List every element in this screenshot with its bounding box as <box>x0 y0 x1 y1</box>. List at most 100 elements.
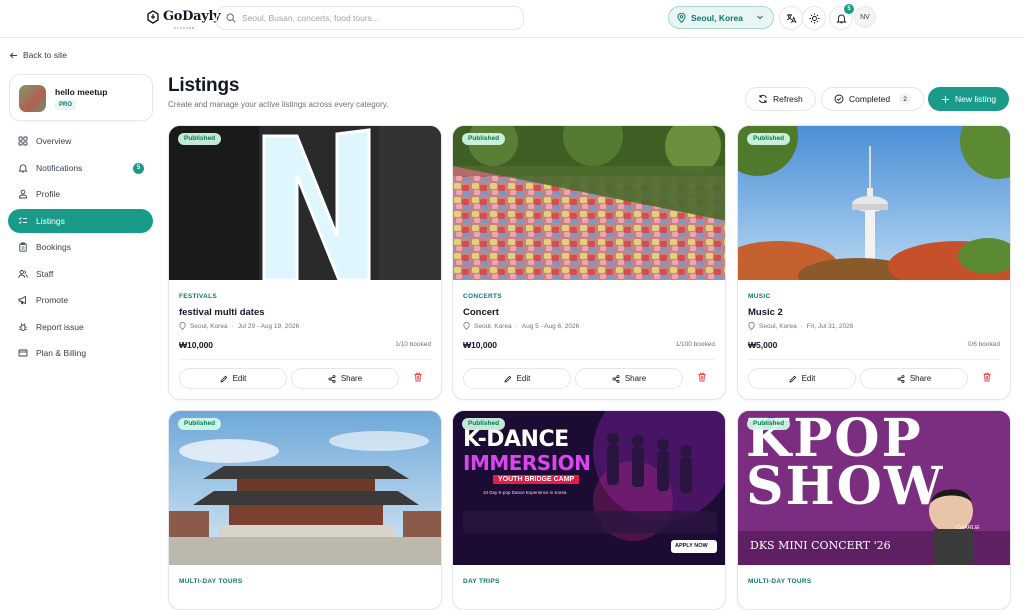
listing-title: Concert <box>463 307 499 318</box>
sidebar-item-staff[interactable]: Staff <box>8 262 153 286</box>
sidebar-item-label: Plan & Billing <box>36 348 87 358</box>
listing-location: Seoul, Korea <box>759 322 797 330</box>
refresh-button[interactable]: Refresh <box>745 87 816 111</box>
arrow-left-icon <box>9 52 17 58</box>
poster-subheading: SHOW <box>746 456 945 517</box>
share-label: Share <box>624 374 647 383</box>
refresh-label: Refresh <box>773 94 803 104</box>
listing-booked: 1/100 booked <box>675 341 715 348</box>
dot-separator: · <box>800 322 803 330</box>
sidebar-item-bookings[interactable]: Bookings <box>8 235 153 259</box>
completed-label: Completed <box>849 94 891 104</box>
listing-image: KPOP SHOW DKS MINI CONCERT '26 CHARLIE P… <box>738 411 1010 565</box>
sidebar-item-overview[interactable]: Overview <box>8 129 153 153</box>
edit-label: Edit <box>801 374 816 383</box>
palace-image <box>169 411 441 565</box>
card-divider <box>179 359 431 360</box>
plus-icon <box>942 95 949 103</box>
listing-title: festival multi dates <box>179 307 265 318</box>
chevron-down-icon <box>757 15 763 20</box>
listing-title: Music 2 <box>748 307 783 318</box>
edit-button[interactable]: Edit <box>748 368 856 389</box>
bug-icon <box>19 322 27 331</box>
sidebar-item-notifications[interactable]: Notifications 5 <box>8 156 153 180</box>
search-box[interactable] <box>216 6 524 30</box>
clipboard-icon <box>19 242 27 252</box>
listing-category: MUSIC <box>748 293 771 300</box>
theme-toggle-button[interactable] <box>802 6 826 30</box>
card-divider <box>463 359 715 360</box>
poster-heading: K-DANCE <box>463 427 569 452</box>
sidebar-item-label: Listings <box>36 215 65 226</box>
sidebar-item-label: Promote <box>36 295 69 305</box>
status-badge: Published <box>462 418 506 430</box>
listing-category: DAY TRIPS <box>463 578 500 585</box>
listing-card[interactable]: Published MULTI-DAY TOURS <box>168 410 442 610</box>
location-selector[interactable]: Seoul, Korea <box>668 6 774 29</box>
listing-card[interactable]: K-DANCE IMMERSION YOUTH BRIDGE CAMP 10 D… <box>452 410 726 610</box>
share-label: Share <box>909 374 932 383</box>
listing-card[interactable]: Published MUSIC Music 2 Seoul, Korea · F… <box>737 125 1011 400</box>
share-icon <box>328 374 336 383</box>
logo[interactable]: GoDayly PLANNER <box>146 9 221 30</box>
edit-button[interactable]: Edit <box>463 368 571 389</box>
listing-category: MULTI-DAY TOURS <box>748 578 812 585</box>
trash-icon[interactable] <box>697 372 707 382</box>
listing-meta: Seoul, Korea · Aug 5 - Aug 6, 2026 <box>463 322 579 330</box>
status-badge: Published <box>178 418 222 430</box>
pencil-icon <box>220 375 227 383</box>
new-listing-button[interactable]: New listing <box>928 87 1010 111</box>
plan-badge: PRO <box>55 100 77 110</box>
notification-count-badge: 5 <box>844 4 854 14</box>
listing-card[interactable]: Published FESTIVALS festival multi dates… <box>168 125 442 400</box>
status-badge: Published <box>747 133 791 145</box>
trash-icon[interactable] <box>982 372 992 382</box>
back-to-site-link[interactable]: Back to site <box>9 50 67 60</box>
share-label: Share <box>340 374 363 383</box>
edit-button[interactable]: Edit <box>179 368 287 389</box>
share-icon <box>612 374 620 383</box>
poster-cta: APPLY NOW <box>675 543 708 549</box>
completed-button[interactable]: Completed 2 <box>821 87 925 111</box>
check-circle-icon <box>834 94 844 104</box>
sidebar-item-profile[interactable]: Profile <box>8 182 153 206</box>
listing-card[interactable]: Published CONCERTS Concert Seoul, Korea … <box>452 125 726 400</box>
refresh-icon <box>759 94 767 104</box>
share-button[interactable]: Share <box>575 368 683 389</box>
dot-separator: · <box>515 322 518 330</box>
trash-icon[interactable] <box>413 372 423 382</box>
listing-price: ₩5,000 <box>748 340 778 350</box>
back-label: Back to site <box>23 50 67 60</box>
megaphone-icon <box>18 295 26 305</box>
sidebar-nav: Overview Notifications 5 Profile Listing… <box>8 129 153 368</box>
notifications-button[interactable]: 5 <box>829 4 854 30</box>
logo-icon <box>147 9 159 24</box>
logo-subtext: PLANNER <box>174 26 196 30</box>
sidebar-item-label: Staff <box>36 268 54 279</box>
user-avatar[interactable]: NV <box>854 6 876 28</box>
listing-image: Published <box>169 411 441 565</box>
sidebar-item-promote[interactable]: Promote <box>8 288 153 312</box>
poster-name: CHARLIE <box>956 525 980 531</box>
map-pin-icon <box>463 322 470 330</box>
sidebar-item-label: Bookings <box>36 242 71 252</box>
dot-separator: · <box>231 322 234 330</box>
translate-button[interactable] <box>779 6 803 30</box>
listing-card[interactable]: KPOP SHOW DKS MINI CONCERT '26 CHARLIE P… <box>737 410 1011 610</box>
organization-card[interactable]: hello meetup PRO <box>9 74 153 121</box>
sidebar-item-plan-billing[interactable]: Plan & Billing <box>8 341 153 365</box>
logo-text: GoDayly <box>163 9 221 24</box>
map-pin-icon <box>748 322 755 330</box>
sidebar-item-listings[interactable]: Listings <box>8 208 153 233</box>
poster-subheading: IMMERSION <box>463 451 591 475</box>
search-input[interactable] <box>242 13 512 23</box>
listing-dates: Fri, Jul 31, 2026 <box>806 322 854 330</box>
listing-image: Published <box>453 126 725 280</box>
share-button[interactable]: Share <box>860 368 968 389</box>
organization-avatar <box>19 85 46 112</box>
listing-dates: Aug 5 - Aug 6, 2026 <box>521 322 580 330</box>
namsan-tower-image <box>738 126 1010 280</box>
sidebar-item-report-issue[interactable]: Report issue <box>8 315 153 339</box>
poster-tagline: YOUTH BRIDGE CAMP <box>493 475 580 484</box>
share-button[interactable]: Share <box>291 368 399 389</box>
